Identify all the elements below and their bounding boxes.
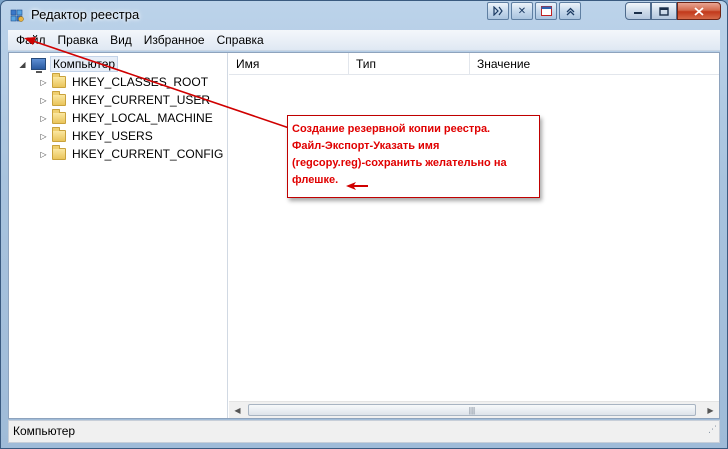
tree-item-hkey-current-config[interactable]: ▷ HKEY_CURRENT_CONFIG: [39, 145, 223, 163]
folder-icon: [52, 91, 66, 106]
collapsed-triangle-icon[interactable]: ▷: [39, 114, 48, 123]
annotation-line: (regcopy.reg)-сохранить желательно на: [292, 157, 507, 169]
tree-item-hkey-users[interactable]: ▷ HKEY_USERS: [39, 127, 153, 145]
menu-edit[interactable]: Правка: [52, 31, 105, 50]
annotation-line: флешке.: [292, 174, 339, 186]
scroll-right-icon[interactable]: ▶: [702, 402, 719, 418]
registry-view: ◢ Компьютер ▷ HKEY_CLASSES_ROOT ▷ HKEY_C…: [8, 52, 720, 419]
tree-item-hkey-local-machine[interactable]: ▷ HKEY_LOCAL_MACHINE: [39, 109, 213, 127]
collapsed-triangle-icon[interactable]: ▷: [39, 96, 48, 105]
expanded-triangle-icon[interactable]: ◢: [18, 60, 27, 69]
menu-favorites[interactable]: Избранное: [138, 31, 211, 50]
status-bar: Компьютер ⋰: [8, 420, 720, 443]
minimize-button[interactable]: [625, 2, 651, 20]
folder-icon: [52, 73, 66, 88]
arrow-left-icon: [346, 182, 368, 190]
column-value[interactable]: Значение: [470, 53, 719, 75]
pin-icon[interactable]: [487, 2, 509, 20]
maximize-button[interactable]: [651, 2, 677, 20]
annotation-line: Файл-Экспорт-Указать имя: [292, 140, 440, 152]
menu-bar: Файл Правка Вид Избранное Справка: [8, 30, 720, 51]
scroll-thumb[interactable]: |||: [248, 404, 696, 416]
annotation-line: Создание резервной копии реестра.: [292, 123, 491, 135]
list-header: Имя Тип Значение: [229, 53, 719, 75]
folder-icon: [52, 145, 66, 160]
registry-editor-window: Редактор реестра ✕ Файл Правка Вид Избра…: [0, 0, 728, 449]
column-name[interactable]: Имя: [229, 53, 349, 75]
collapsed-triangle-icon[interactable]: ▷: [39, 132, 48, 141]
menu-help[interactable]: Справка: [211, 31, 270, 50]
resize-grip-icon[interactable]: ⋰: [708, 419, 717, 440]
tree-item-label: HKEY_CLASSES_ROOT: [72, 75, 209, 89]
values-list[interactable]: Имя Тип Значение ◀ ||| ▶: [229, 53, 719, 418]
close-button[interactable]: [677, 2, 721, 20]
registry-tree[interactable]: ◢ Компьютер ▷ HKEY_CLASSES_ROOT ▷ HKEY_C…: [9, 53, 228, 418]
column-type[interactable]: Тип: [349, 53, 470, 75]
tree-item-label: HKEY_LOCAL_MACHINE: [72, 111, 213, 125]
tree-item-label: Компьютер: [50, 56, 119, 72]
close-tab-icon[interactable]: ✕: [511, 2, 533, 20]
window-controls: [625, 2, 721, 22]
computer-icon: [31, 58, 46, 73]
title-bar[interactable]: Редактор реестра ✕: [1, 1, 727, 29]
menu-view[interactable]: Вид: [104, 31, 138, 50]
folder-icon: [52, 127, 66, 142]
folder-icon: [52, 109, 66, 124]
status-path: Компьютер: [13, 424, 76, 438]
registry-editor-icon: [10, 9, 24, 22]
quick-buttons: ✕: [487, 2, 583, 22]
tree-item-computer[interactable]: ◢ Компьютер: [18, 55, 119, 73]
annotation-callout: Создание резервной копии реестра. Файл-Э…: [287, 115, 540, 198]
collapsed-triangle-icon[interactable]: ▷: [39, 150, 48, 159]
window-title: Редактор реестра: [31, 7, 140, 22]
tree-item-hkey-classes-root[interactable]: ▷ HKEY_CLASSES_ROOT: [39, 73, 208, 91]
tree-item-hkey-current-user[interactable]: ▷ HKEY_CURRENT_USER: [39, 91, 210, 109]
window-icon[interactable]: [535, 2, 557, 20]
tree-item-label: HKEY_CURRENT_CONFIG: [72, 147, 224, 161]
horizontal-scrollbar[interactable]: ◀ ||| ▶: [229, 401, 719, 418]
scroll-left-icon[interactable]: ◀: [229, 402, 246, 418]
menu-file[interactable]: Файл: [10, 31, 52, 50]
tree-item-label: HKEY_USERS: [72, 129, 153, 143]
collapsed-triangle-icon[interactable]: ▷: [39, 78, 48, 87]
tree-item-label: HKEY_CURRENT_USER: [72, 93, 211, 107]
chevrons-up-icon[interactable]: [559, 2, 581, 20]
